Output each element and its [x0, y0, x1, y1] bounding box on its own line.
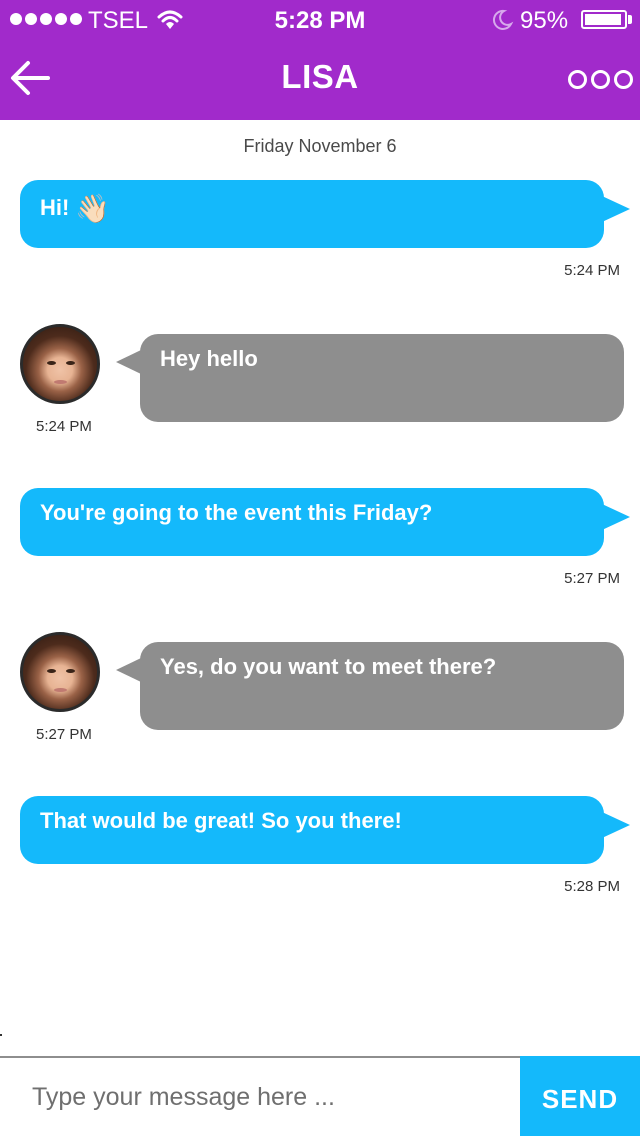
- message-time: 5:24 PM: [564, 262, 620, 279]
- avatar-eye: [47, 361, 56, 365]
- avatar-eye: [47, 669, 56, 673]
- more-dot: [614, 70, 633, 89]
- waving-hand-icon: 👋🏻: [75, 193, 111, 224]
- message-time: 5:28 PM: [564, 878, 620, 895]
- message-text: That would be great! So you there!: [40, 808, 402, 833]
- app-header: TSEL 5:28 PM 95% LISA: [0, 0, 640, 120]
- outgoing-message-bubble[interactable]: That would be great! So you there!: [20, 796, 630, 864]
- outgoing-message-bubble[interactable]: Hi! 👋🏻: [20, 180, 630, 248]
- date-separator: Friday November 6: [243, 136, 397, 156]
- message-composer: SEND: [0, 1056, 640, 1136]
- avatar-mouth: [54, 688, 67, 692]
- chat-screen: TSEL 5:28 PM 95% LISA Friday November 6 …: [0, 0, 640, 1136]
- contact-avatar[interactable]: [20, 632, 100, 712]
- message-input[interactable]: [0, 1058, 520, 1136]
- message-text: You're going to the event this Friday?: [40, 500, 433, 525]
- battery-percent: 95%: [520, 7, 569, 34]
- more-dot: [591, 70, 610, 89]
- contact-name-title: LISA: [281, 58, 359, 95]
- message-text: Hey hello: [160, 346, 258, 371]
- avatar-eye: [66, 669, 75, 673]
- contact-avatar[interactable]: [20, 324, 100, 404]
- message-text: Yes, do you want to meet there?: [160, 654, 497, 679]
- status-bar: TSEL 5:28 PM 95%: [0, 0, 640, 40]
- avatar-eye: [66, 361, 75, 365]
- message-time: 5:24 PM: [36, 418, 92, 435]
- avatar-mouth: [54, 380, 67, 384]
- more-dots-icon: [568, 70, 587, 89]
- more-options-button[interactable]: [568, 70, 633, 89]
- battery-icon: [581, 10, 627, 29]
- stray-dot: [0, 1034, 2, 1036]
- battery-fill: [585, 14, 622, 25]
- message-time: 5:27 PM: [564, 570, 620, 587]
- battery-tip: [628, 15, 632, 24]
- message-time: 5:27 PM: [36, 726, 92, 743]
- outgoing-message-bubble[interactable]: You're going to the event this Friday?: [20, 488, 630, 556]
- moon-icon: [490, 8, 514, 39]
- incoming-message-bubble[interactable]: Hey hello: [116, 334, 624, 422]
- send-button[interactable]: SEND: [520, 1056, 640, 1136]
- message-text: Hi!: [40, 195, 70, 220]
- incoming-message-bubble[interactable]: Yes, do you want to meet there?: [116, 642, 624, 730]
